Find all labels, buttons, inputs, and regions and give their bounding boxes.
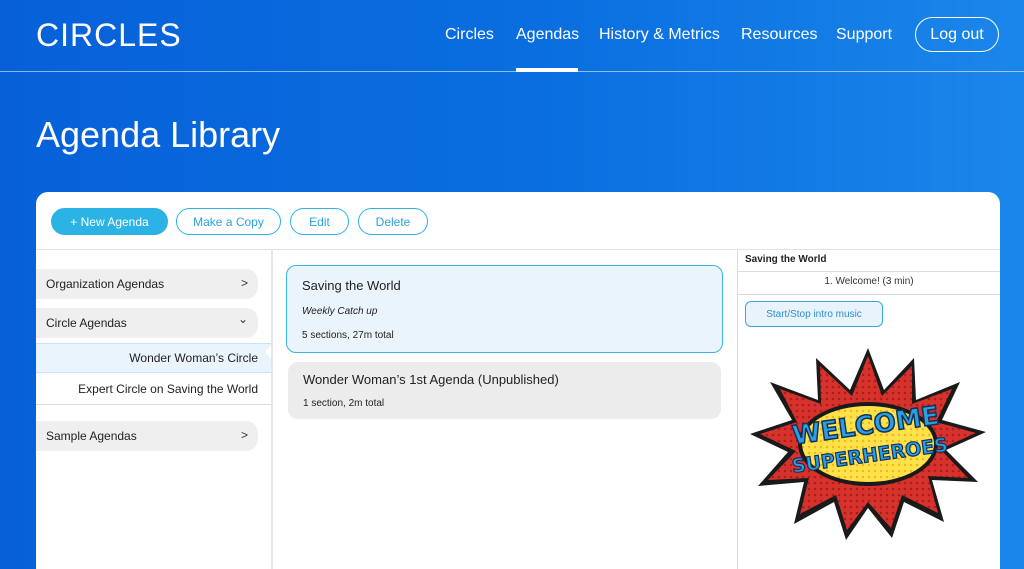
agenda-card-wonder-womans-1st[interactable]: Wonder Woman’s 1st Agenda (Unpublished) … bbox=[288, 362, 721, 419]
make-copy-button[interactable]: Make a Copy bbox=[176, 208, 281, 235]
agenda-meta: 5 sections, 27m total bbox=[302, 330, 394, 341]
divider bbox=[738, 271, 1000, 272]
sidebar-item-label: Organization Agendas bbox=[46, 277, 165, 291]
delete-button[interactable]: Delete bbox=[358, 208, 428, 235]
agenda-library-panel: + New Agenda Make a Copy Edit Delete Org… bbox=[36, 192, 1000, 569]
column-divider bbox=[271, 250, 273, 569]
agenda-title: Wonder Woman’s 1st Agenda (Unpublished) bbox=[303, 372, 559, 387]
edit-button[interactable]: Edit bbox=[290, 208, 349, 235]
nav-agendas[interactable]: Agendas bbox=[516, 26, 579, 44]
chevron-down-icon: ⌄ bbox=[237, 312, 248, 326]
divider bbox=[738, 294, 1000, 295]
agenda-meta: 1 section, 2m total bbox=[303, 398, 385, 409]
intro-music-toggle-button[interactable]: Start/Stop intro music bbox=[745, 301, 883, 327]
nav-circles[interactable]: Circles bbox=[445, 26, 494, 44]
detail-section-item[interactable]: 1. Welcome! (3 min) bbox=[738, 276, 1000, 287]
chevron-right-icon: > bbox=[240, 428, 248, 442]
column-divider bbox=[737, 250, 738, 569]
new-agenda-button[interactable]: + New Agenda bbox=[51, 208, 168, 235]
nav-support[interactable]: Support bbox=[836, 26, 892, 44]
top-navigation-bar: CIRCLES Circles Agendas History & Metric… bbox=[0, 0, 1024, 72]
sidebar-subitem-expert-circle[interactable]: Expert Circle on Saving the World bbox=[36, 374, 272, 404]
active-nav-indicator bbox=[516, 68, 578, 72]
nav-resources[interactable]: Resources bbox=[741, 26, 817, 44]
app-logo[interactable]: CIRCLES bbox=[36, 17, 182, 54]
welcome-superheroes-image: WELCOME SUPERHEROES bbox=[750, 348, 986, 540]
sidebar-item-organization-agendas[interactable]: Organization Agendas > bbox=[36, 269, 258, 299]
divider bbox=[36, 404, 272, 405]
detail-title: Saving the World bbox=[745, 254, 827, 265]
sidebar-item-label: Circle Agendas bbox=[46, 316, 127, 330]
sidebar-item-sample-agendas[interactable]: Sample Agendas > bbox=[36, 421, 258, 451]
nav-history-metrics[interactable]: History & Metrics bbox=[599, 26, 720, 44]
logout-button[interactable]: Log out bbox=[915, 17, 999, 52]
sidebar-subitem-wonder-womans-circle[interactable]: Wonder Woman’s Circle bbox=[36, 343, 272, 373]
page-title: Agenda Library bbox=[36, 114, 281, 155]
agenda-card-saving-the-world[interactable]: Saving the World Weekly Catch up 5 secti… bbox=[286, 265, 723, 353]
agenda-toolbar: + New Agenda Make a Copy Edit Delete bbox=[36, 192, 1000, 250]
agenda-subtitle: Weekly Catch up bbox=[302, 306, 378, 317]
chevron-right-icon: > bbox=[240, 276, 248, 290]
sidebar-item-circle-agendas[interactable]: Circle Agendas ⌄ bbox=[36, 308, 258, 338]
sidebar-item-label: Sample Agendas bbox=[46, 429, 137, 443]
agenda-title: Saving the World bbox=[302, 278, 401, 293]
